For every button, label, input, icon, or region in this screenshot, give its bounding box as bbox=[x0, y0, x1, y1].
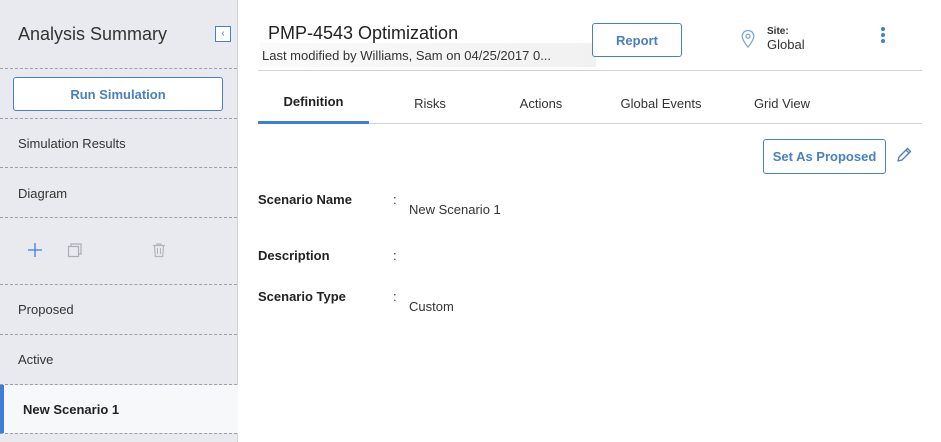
site-label: Site: bbox=[767, 26, 789, 37]
divider bbox=[0, 68, 237, 69]
divider bbox=[0, 284, 237, 285]
site-value: Global bbox=[767, 37, 805, 52]
scenario-actions bbox=[0, 218, 238, 284]
scenario-item-label: New Scenario 1 bbox=[23, 402, 120, 417]
sidebar-header: Analysis Summary ‹ bbox=[0, 0, 237, 68]
page-title: PMP-4543 Optimization bbox=[268, 23, 459, 43]
sidebar-item-simulation-results[interactable]: Simulation Results bbox=[18, 136, 126, 151]
scenario-group-proposed[interactable]: Proposed bbox=[18, 302, 74, 317]
scenario-group-active[interactable]: Active bbox=[18, 352, 53, 367]
tab-grid-view[interactable]: Grid View bbox=[719, 82, 845, 124]
tab-global-events[interactable]: Global Events bbox=[603, 82, 719, 124]
pencil-icon[interactable] bbox=[895, 146, 913, 164]
divider bbox=[0, 118, 237, 119]
tab-actions[interactable]: Actions bbox=[484, 82, 598, 124]
divider bbox=[0, 334, 237, 335]
collapse-icon[interactable]: ‹ bbox=[215, 26, 231, 42]
set-as-proposed-button[interactable]: Set As Proposed bbox=[763, 139, 886, 174]
tab-definition[interactable]: Definition bbox=[258, 82, 369, 124]
add-icon[interactable] bbox=[27, 242, 43, 258]
location-pin-icon bbox=[741, 29, 755, 49]
sidebar-title: Analysis Summary bbox=[18, 24, 168, 44]
copy-icon[interactable] bbox=[66, 242, 82, 258]
colon: : bbox=[393, 192, 397, 207]
last-modified-text: Last modified by Williams, Sam on 04/25/… bbox=[260, 43, 596, 67]
description-label: Description bbox=[258, 248, 330, 263]
colon: : bbox=[393, 289, 397, 304]
scenario-name-label: Scenario Name bbox=[258, 192, 352, 207]
scenario-name-value: New Scenario 1 bbox=[409, 202, 501, 217]
more-options-icon[interactable] bbox=[880, 27, 886, 43]
scenario-type-label: Scenario Type bbox=[258, 289, 346, 304]
divider bbox=[0, 167, 237, 168]
run-simulation-button[interactable]: Run Simulation bbox=[13, 77, 223, 111]
sidebar: Analysis Summary ‹ Run Simulation Simula… bbox=[0, 0, 238, 442]
divider bbox=[258, 70, 922, 71]
tab-risks[interactable]: Risks bbox=[376, 82, 484, 124]
main-panel: PMP-4543 Optimization Last modified by W… bbox=[238, 0, 941, 442]
delete-icon[interactable] bbox=[151, 242, 167, 258]
report-button[interactable]: Report bbox=[592, 23, 682, 57]
sidebar-item-diagram[interactable]: Diagram bbox=[18, 186, 67, 201]
tab-bar: Definition Risks Actions Global Events G… bbox=[258, 82, 922, 124]
scenario-type-value: Custom bbox=[409, 299, 454, 314]
scenario-item-selected[interactable]: New Scenario 1 bbox=[0, 385, 238, 433]
colon: : bbox=[393, 248, 397, 263]
divider bbox=[0, 433, 237, 434]
